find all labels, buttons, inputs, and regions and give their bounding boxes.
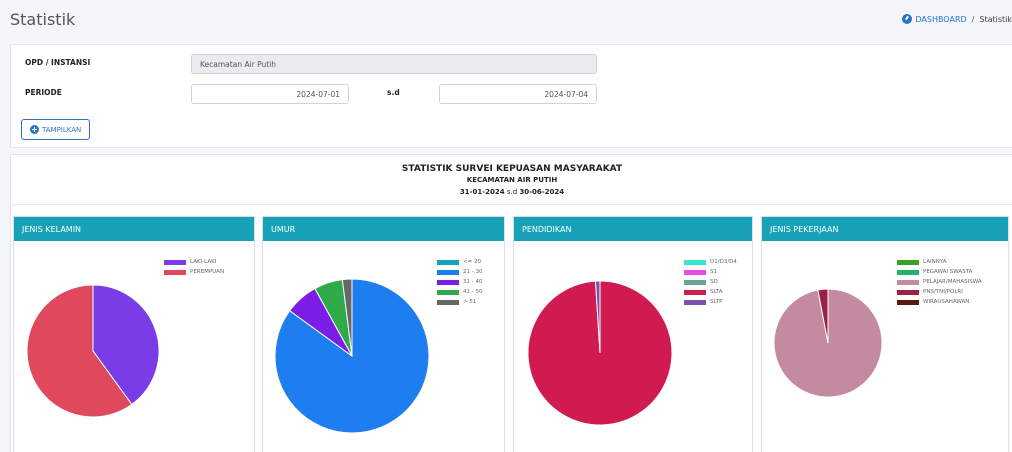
panel-umur: UMUR <= 20 21 - 30 31 - 40 41 - 50 > 51 [262, 216, 505, 452]
legend-item[interactable]: SLTA [684, 288, 737, 296]
legend-label: LAINNYA [923, 259, 947, 265]
panel-jenis-pekerjaan: JENIS PEKERJAAN LAINNYA PEGAWAI SWASTA P… [761, 216, 1009, 452]
legend-label: PEGAWAI SWASTA [923, 269, 973, 275]
legend-item[interactable]: D1/D3/D4 [684, 258, 737, 266]
tampilkan-button[interactable]: TAMPILKAN [21, 119, 91, 140]
legend-label: 21 - 30 [463, 269, 483, 275]
legend-swatch [684, 279, 706, 285]
legend-label: PEREMPUAN [190, 269, 225, 275]
opd-field[interactable]: Kecamatan Air Putih [191, 54, 597, 74]
legend-swatch [897, 289, 919, 295]
legend-label: SD [710, 279, 718, 285]
legend-label: D1/D3/D4 [710, 259, 737, 265]
legend-swatch [437, 279, 459, 285]
legend-label: > 51 [463, 299, 477, 305]
breadcrumb-separator: / [971, 14, 975, 24]
range-from: 31-01-2024 [459, 188, 505, 196]
legend-swatch [897, 279, 919, 285]
opd-label: OPD / INSTANSI [25, 58, 91, 67]
panel-title: PENDIDIKAN [514, 217, 752, 241]
statistics-range: 31-01-2024 s.d 30-06-2024 [11, 188, 1012, 196]
legend-item[interactable]: PELAJAR/MAHASISWA [897, 278, 982, 286]
legend-swatch [684, 269, 706, 275]
breadcrumb: DASHBOARD / Statistik [902, 14, 1012, 24]
legend-item[interactable]: 21 - 30 [437, 268, 482, 276]
legend-item[interactable]: PEREMPUAN [164, 268, 224, 276]
chart-legend: LAKI-LAKI PEREMPUAN [164, 258, 224, 276]
statistics-subtitle: KECAMATAN AIR PUTIH [466, 176, 558, 184]
legend-label: 31 - 40 [463, 279, 483, 285]
date-to-field[interactable]: 2024-07-04 [439, 84, 597, 104]
filter-card: OPD / INSTANSI Kecamatan Air Putih PERIO… [10, 44, 1012, 148]
statistics-header: STATISTIK SURVEI KEPUASAN MASYARAKAT KEC… [11, 155, 1012, 205]
legend-swatch [437, 259, 459, 265]
legend-swatch [897, 259, 919, 265]
panel-title: JENIS KELAMIN [14, 217, 254, 241]
legend-label: WIRAUSAHAWAN [923, 299, 970, 305]
legend-item[interactable]: PNS/TNI/POLRI [897, 288, 982, 296]
legend-item[interactable]: LAINNYA [897, 258, 982, 266]
sd-label: s.d [387, 88, 400, 97]
legend-swatch [684, 299, 706, 305]
chart-legend: LAINNYA PEGAWAI SWASTA PELAJAR/MAHASISWA… [897, 258, 982, 306]
chart-area: <= 20 21 - 30 31 - 40 41 - 50 > 51 [263, 241, 504, 452]
legend-label: S1 [710, 269, 717, 275]
legend-item[interactable]: S1 [684, 268, 737, 276]
chart-area: LAKI-LAKI PEREMPUAN [14, 241, 254, 452]
chart-legend: D1/D3/D4 S1 SD SLTA SLTP [684, 258, 737, 306]
panel-pendidikan: PENDIDIKAN D1/D3/D4 S1 SD SLTA SLTP [513, 216, 753, 452]
legend-label: 41 - 50 [463, 289, 483, 295]
top-bar: Statistik DASHBOARD / Statistik [0, 0, 1012, 38]
legend-swatch [437, 299, 459, 305]
legend-label: LAKI-LAKI [190, 259, 217, 265]
panel-jenis-kelamin: JENIS KELAMIN LAKI-LAKI PEREMPUAN [13, 216, 255, 452]
legend-label: SLTA [710, 289, 723, 295]
legend-item[interactable]: > 51 [437, 298, 482, 306]
periode-label: PERIODE [25, 88, 62, 97]
legend-swatch [437, 269, 459, 275]
legend-label: <= 20 [463, 259, 481, 265]
legend-swatch [897, 269, 919, 275]
legend-swatch [437, 289, 459, 295]
legend-item[interactable]: LAKI-LAKI [164, 258, 224, 266]
statistics-title: STATISTIK SURVEI KEPUASAN MASYARAKAT [401, 164, 623, 174]
legend-swatch [164, 269, 186, 275]
legend-item[interactable]: SD [684, 278, 737, 286]
legend-swatch [684, 259, 706, 265]
legend-item[interactable]: 41 - 50 [437, 288, 482, 296]
chart-area: D1/D3/D4 S1 SD SLTA SLTP [514, 241, 752, 452]
range-to: 30-06-2024 [519, 188, 565, 196]
page-title: Statistik [10, 9, 76, 29]
breadcrumb-home-label: DASHBOARD [915, 14, 967, 24]
breadcrumb-dashboard-link[interactable]: DASHBOARD [902, 14, 967, 24]
range-separator: s.d [506, 188, 518, 196]
date-from-field[interactable]: 2024-07-01 [191, 84, 349, 104]
legend-item[interactable]: WIRAUSAHAWAN [897, 298, 982, 306]
breadcrumb-current: Statistik [979, 14, 1012, 24]
legend-item[interactable]: SLTP [684, 298, 737, 306]
tampilkan-label: TAMPILKAN [42, 125, 82, 134]
legend-item[interactable]: 31 - 40 [437, 278, 482, 286]
legend-label: SLTP [710, 299, 723, 305]
dashboard-icon [902, 14, 913, 24]
legend-swatch [684, 289, 706, 295]
statistics-card: STATISTIK SURVEI KEPUASAN MASYARAKAT KEC… [10, 154, 1012, 452]
panel-title: JENIS PEKERJAAN [762, 217, 1008, 241]
legend-label: PELAJAR/MAHASISWA [923, 279, 982, 285]
legend-label: PNS/TNI/POLRI [923, 289, 963, 295]
statistik-page: Statistik DASHBOARD / Statistik OPD / IN… [0, 0, 1012, 452]
plus-circle-icon [30, 125, 39, 134]
legend-swatch [164, 259, 186, 265]
panel-title: UMUR [263, 217, 504, 241]
legend-swatch [897, 299, 919, 305]
chart-area: LAINNYA PEGAWAI SWASTA PELAJAR/MAHASISWA… [762, 241, 1008, 452]
chart-legend: <= 20 21 - 30 31 - 40 41 - 50 > 51 [437, 258, 482, 306]
legend-item[interactable]: PEGAWAI SWASTA [897, 268, 982, 276]
legend-item[interactable]: <= 20 [437, 258, 482, 266]
